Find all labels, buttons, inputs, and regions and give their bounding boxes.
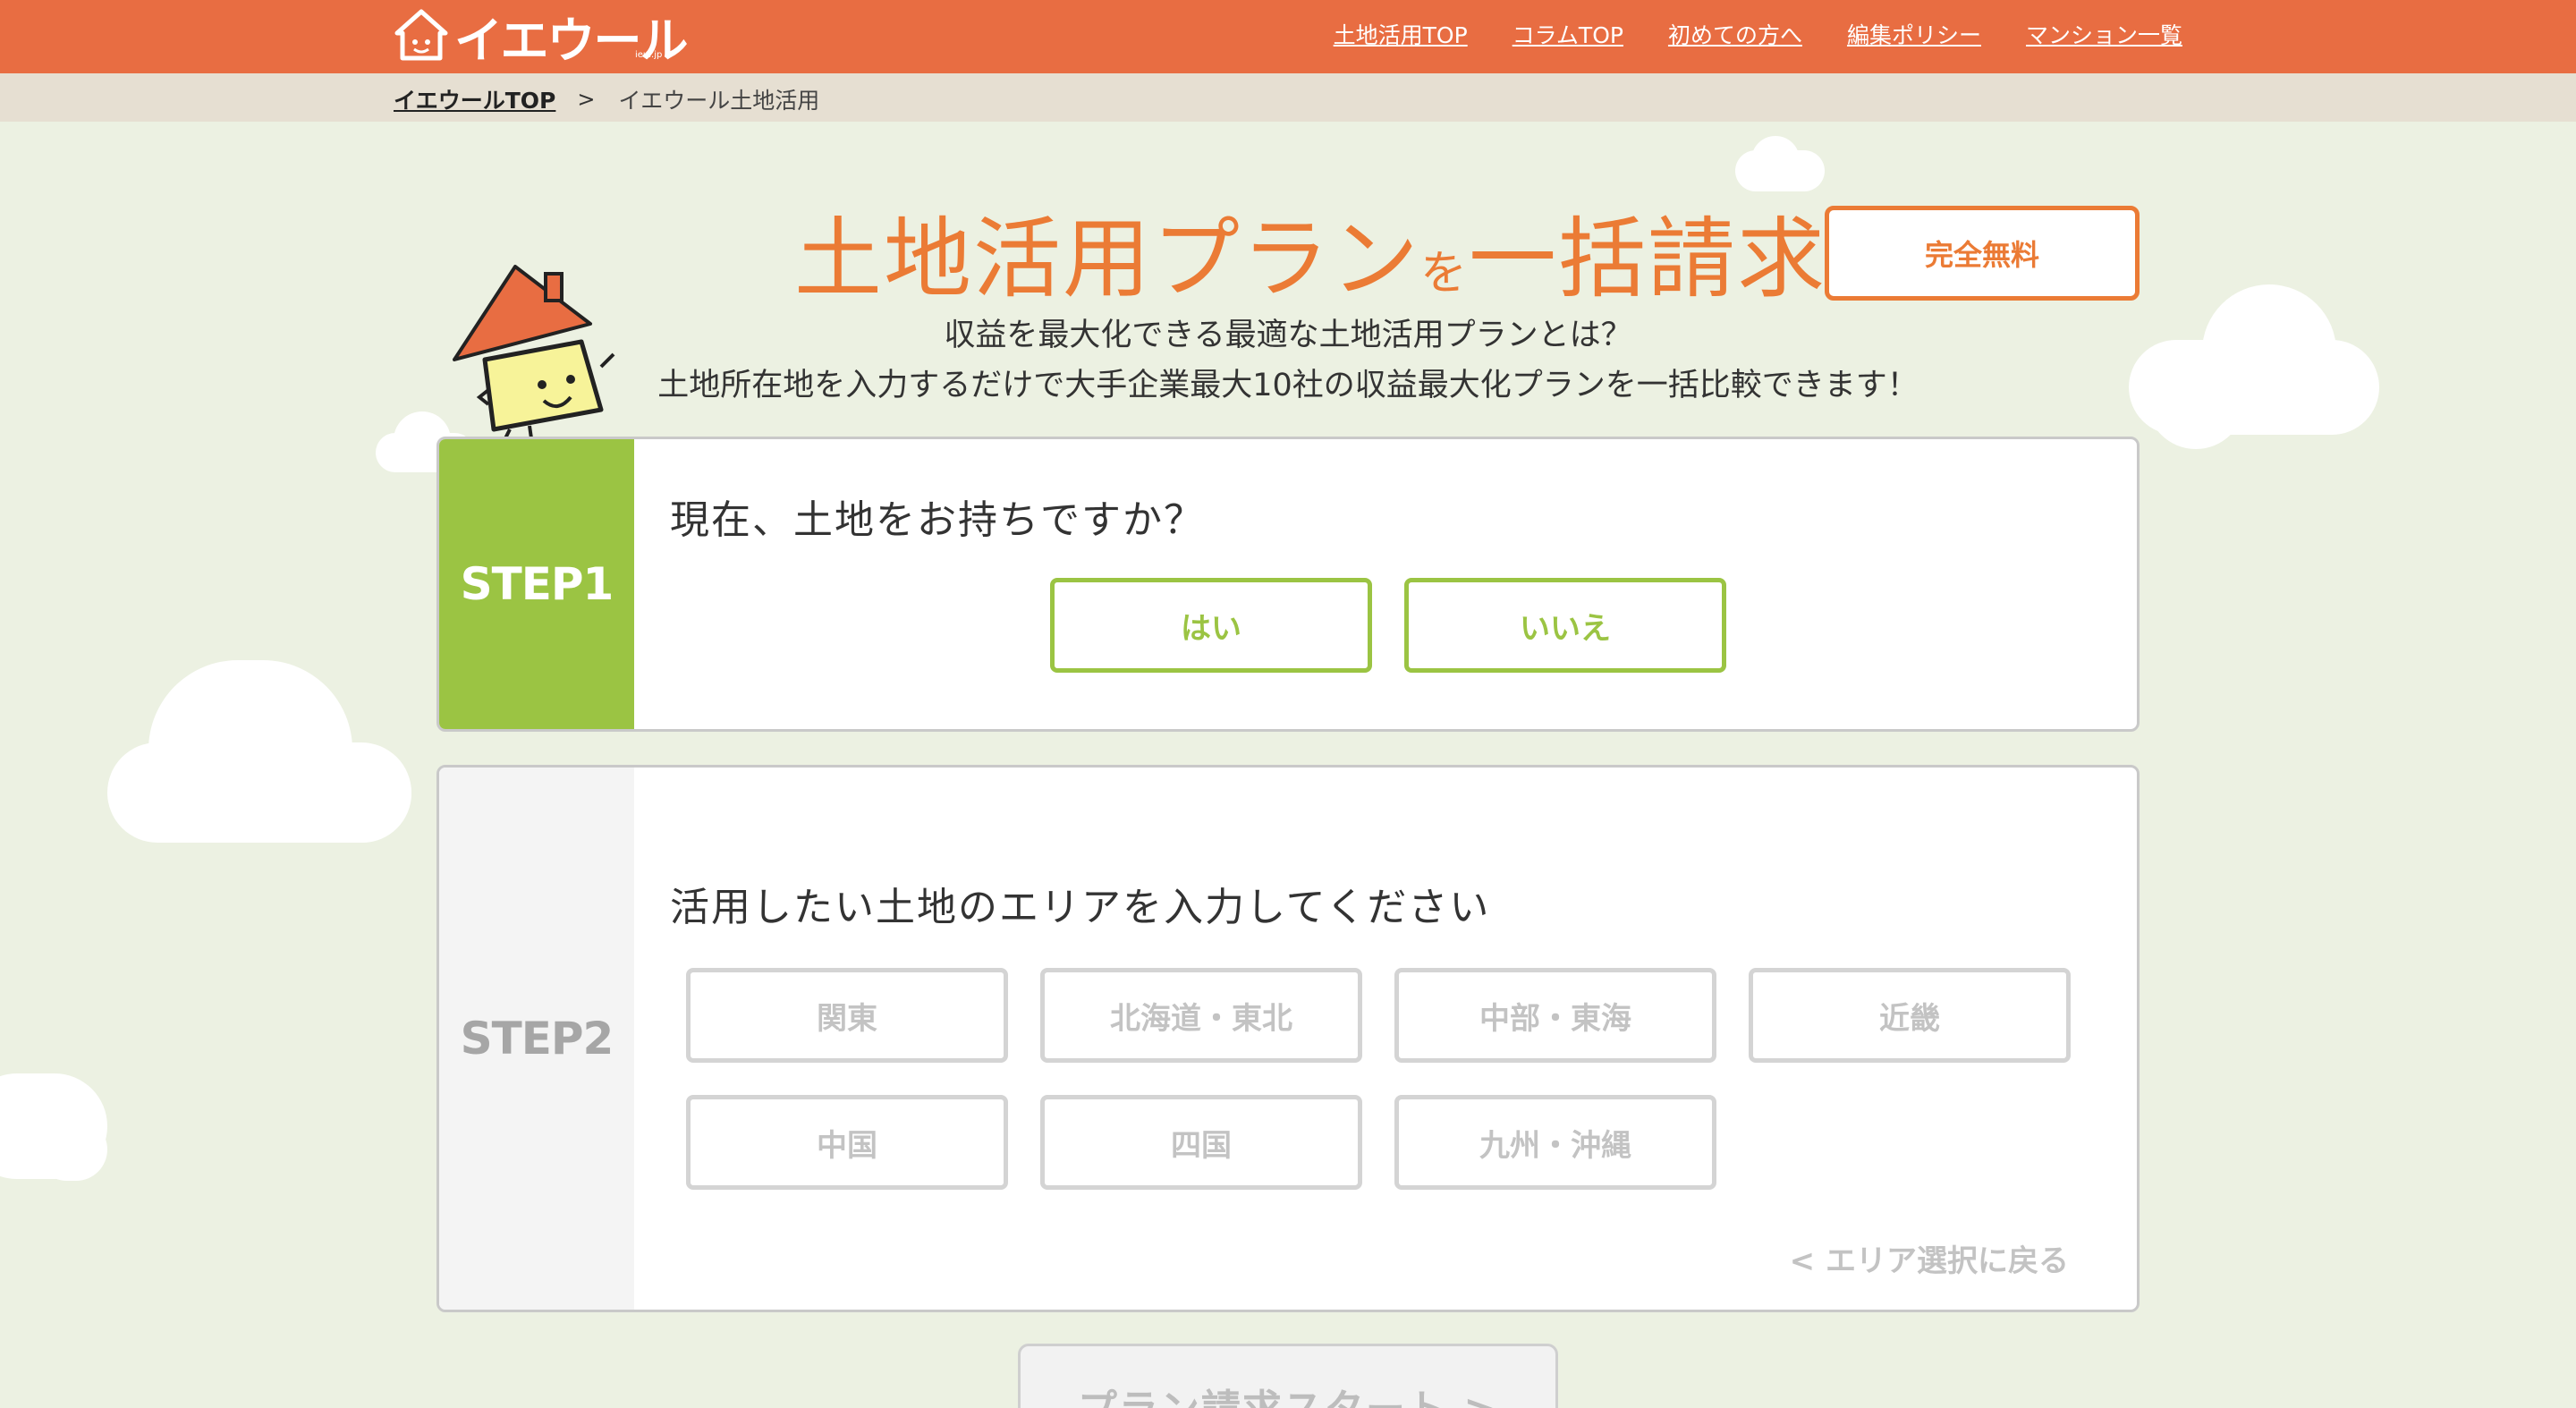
nav-first-time[interactable]: 初めての方へ [1668,18,1802,50]
back-to-area-link[interactable]: < エリア選択に戻る [1790,1236,2069,1280]
area-button-kyushu-okinawa[interactable]: 九州・沖縄 [1394,1095,1716,1190]
area-button-hokkaido-tohoku[interactable]: 北海道・東北 [1040,968,1362,1063]
no-button[interactable]: いいえ [1404,578,1726,673]
site-logo[interactable]: イエウール ieul.jp [394,4,688,69]
start-request-button[interactable]: プラン請求スタート > [1018,1344,1558,1408]
area-button-kinki[interactable]: 近畿 [1749,968,2071,1063]
house-logo-icon [394,9,448,61]
step2-panel: STEP2 活用したい土地のエリアを入力してください 関東 北海道・東北 中部・… [436,765,2140,1312]
breadcrumb-home-link[interactable]: イエウールTOP [394,83,555,115]
chevron-right-icon: > [577,87,596,112]
step2-question: 活用したい土地のエリアを入力してください [670,885,1491,930]
subtitle-line-2: 土地所在地を入力するだけで大手企業最大10社の収益最大化プランを一括比較できます… [657,368,1919,403]
area-button-chugoku[interactable]: 中国 [686,1095,1008,1190]
logo-subtext: ieul.jp [635,50,663,60]
step1-label: STEP1 [439,439,634,729]
breadcrumb: イエウールTOP > イエウール土地活用 [0,73,2576,122]
area-button-kanto[interactable]: 関東 [686,968,1008,1063]
header-nav: 土地活用TOP コラムTOP 初めての方へ 編集ポリシー マンション一覧 [1334,18,2182,50]
subtitle-line-1: 収益を最大化できる最適な土地活用プランとは？ [944,318,1632,353]
nav-mansion-list[interactable]: マンション一覧 [2026,18,2182,50]
logo-text: イエウール [454,12,688,69]
breadcrumb-current: イエウール土地活用 [618,88,820,114]
page-title: 土地活用プランを一括請求 [794,208,1827,310]
nav-column-top[interactable]: コラムTOP [1513,18,1623,50]
step2-label: STEP2 [439,768,634,1310]
yes-button[interactable]: はい [1050,578,1372,673]
area-button-shikoku[interactable]: 四国 [1040,1095,1362,1190]
step1-panel: STEP1 現在、土地をお持ちですか？ はい いいえ [436,437,2140,732]
free-badge: 完全無料 [1825,206,2140,301]
step1-question: 現在、土地をお持ちですか？ [670,497,1205,543]
site-header: イエウール ieul.jp 土地活用TOP コラムTOP 初めての方へ 編集ポリ… [0,0,2576,73]
area-button-chubu-tokai[interactable]: 中部・東海 [1394,968,1716,1063]
nav-land-top[interactable]: 土地活用TOP [1334,18,1468,50]
nav-editorial-policy[interactable]: 編集ポリシー [1847,18,1981,50]
